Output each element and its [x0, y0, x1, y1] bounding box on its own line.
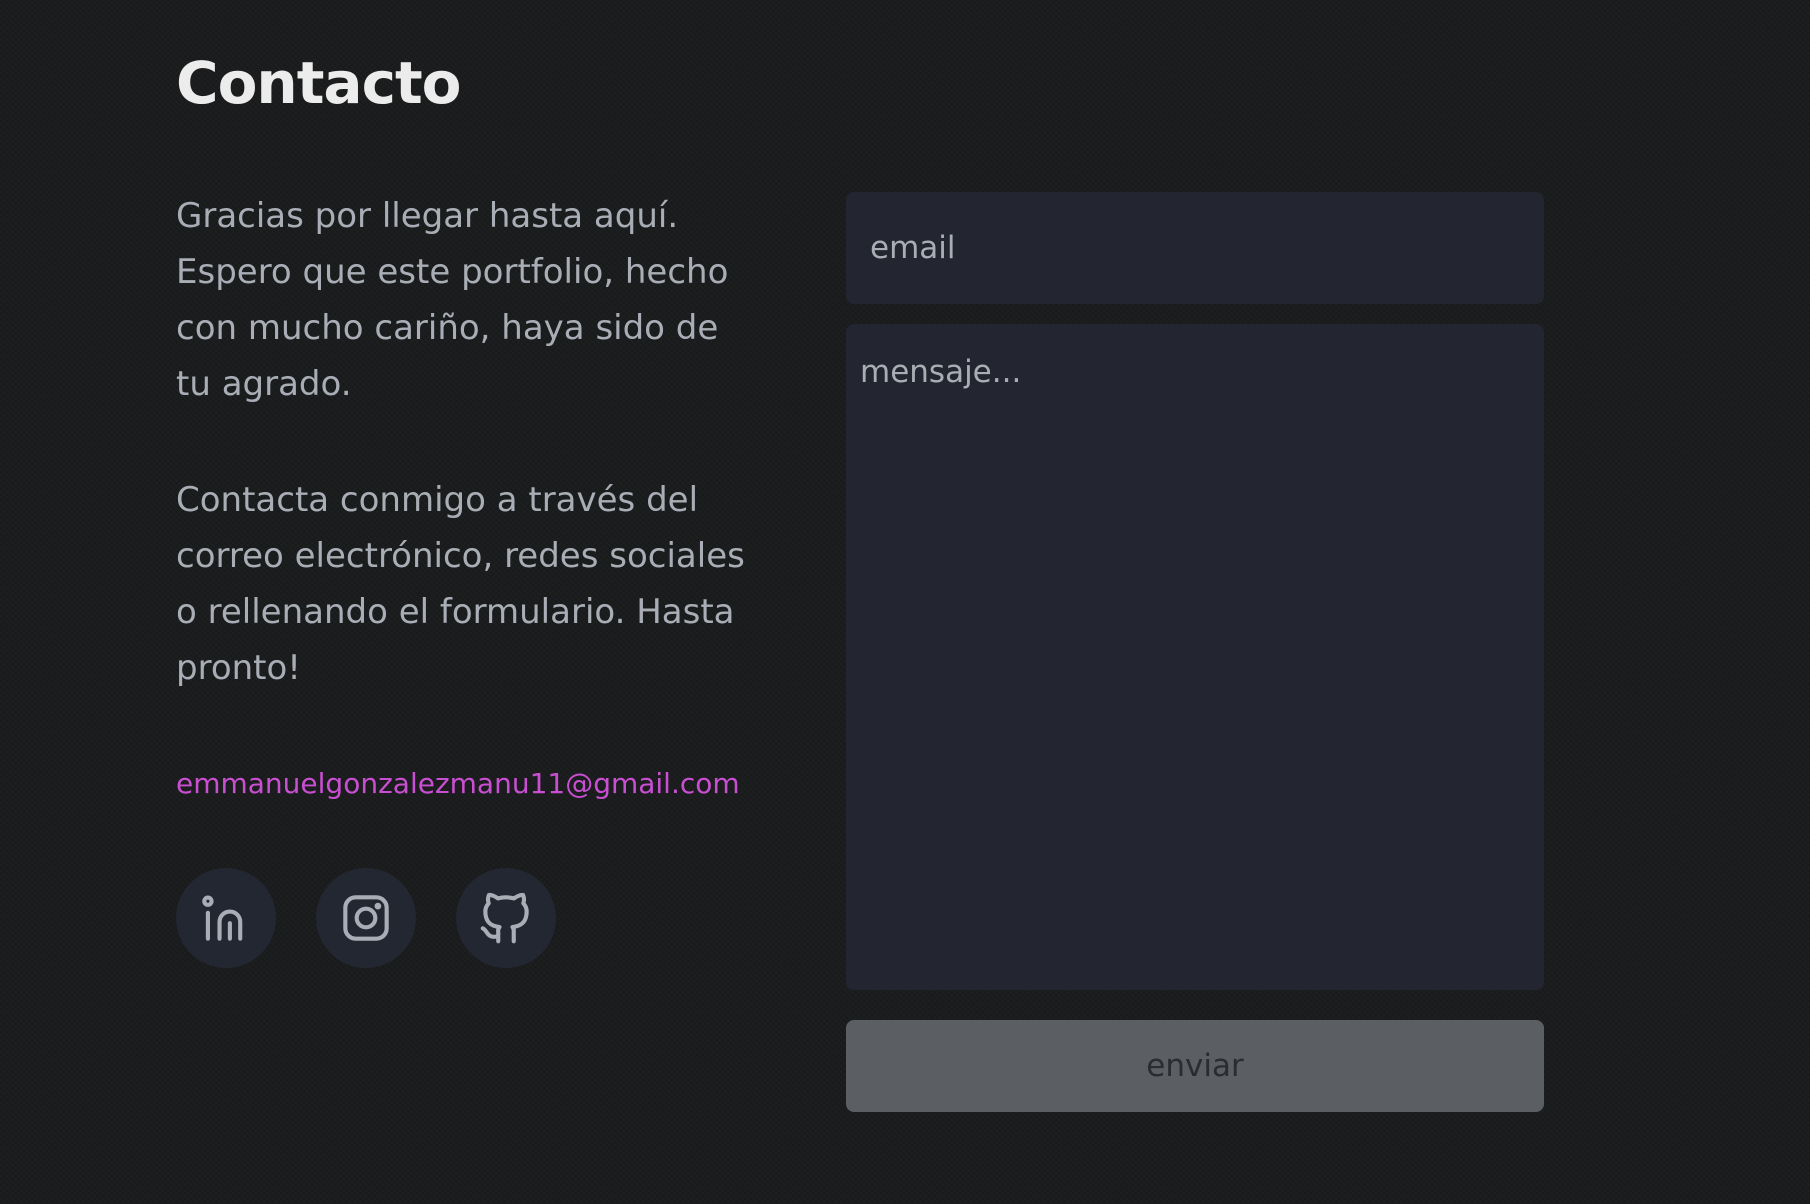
contact-form: enviar	[846, 192, 1544, 1112]
email-link[interactable]: emmanuelgonzalezmanu11@gmail.com	[176, 764, 740, 804]
email-input[interactable]	[846, 192, 1544, 304]
github-button[interactable]	[456, 868, 556, 968]
intro-text: Gracias por llegar hasta aquí. Espero qu…	[176, 188, 761, 756]
linkedin-button[interactable]	[176, 868, 276, 968]
message-textarea[interactable]	[846, 324, 1544, 990]
intro-paragraph-contact: Contacta conmigo a través del correo ele…	[176, 480, 745, 688]
send-button[interactable]: enviar	[846, 1020, 1544, 1112]
instagram-icon	[343, 895, 389, 941]
social-links	[176, 868, 556, 968]
intro-paragraph-thanks: Gracias por llegar hasta aquí. Espero qu…	[176, 196, 729, 404]
github-icon	[480, 892, 529, 944]
instagram-button[interactable]	[316, 868, 416, 968]
linkedin-icon	[202, 895, 243, 941]
page-title: Contacto	[176, 49, 462, 117]
